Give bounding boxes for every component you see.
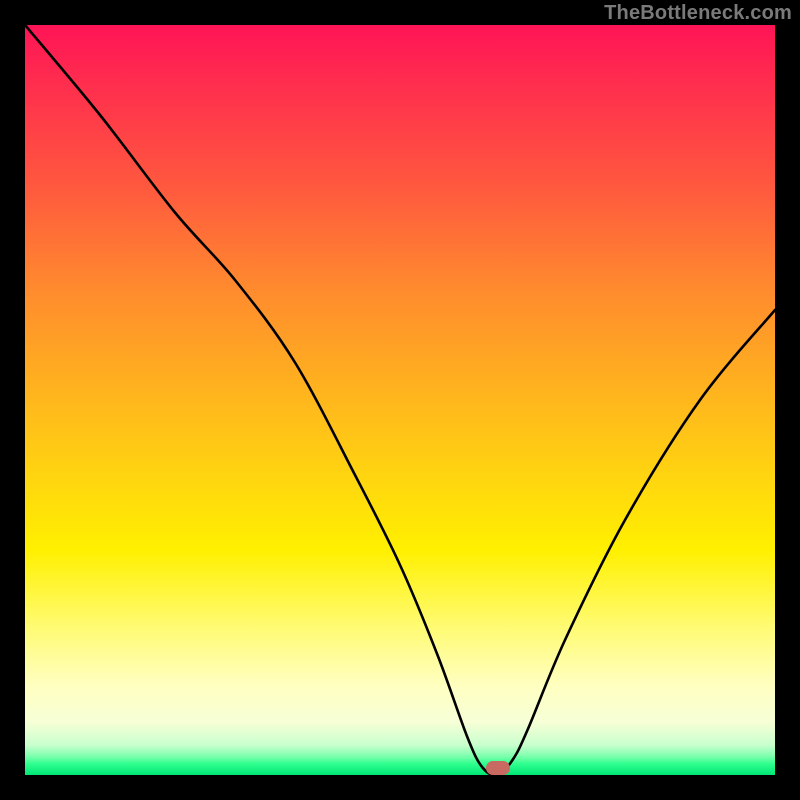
chart-plot-area: [25, 25, 775, 775]
watermark-text: TheBottleneck.com: [604, 2, 792, 25]
optimum-marker: [486, 761, 510, 775]
bottleneck-curve: [25, 25, 775, 775]
chart-frame: TheBottleneck.com: [0, 0, 800, 800]
